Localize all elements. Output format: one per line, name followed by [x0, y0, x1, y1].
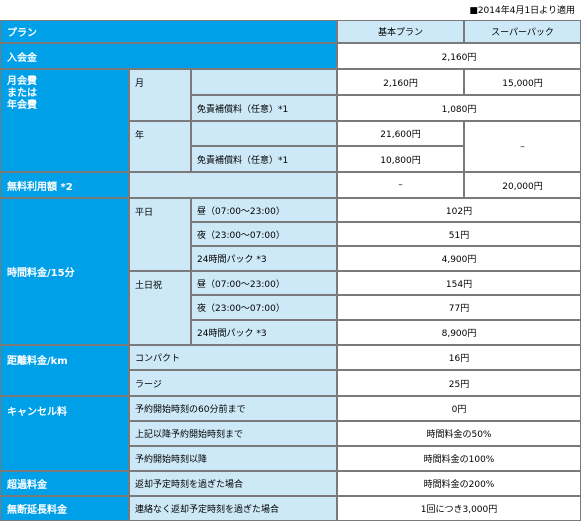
year-label: 年 [129, 121, 191, 172]
year-insurance-value: 10,800円 [337, 146, 464, 172]
month-super-value: 15,000円 [464, 69, 581, 95]
cancel-rule-2: 上記以降予約開始時刻まで [129, 421, 337, 446]
holiday-label: 土日祝 [129, 271, 191, 345]
month-insurance-value: 1,080円 [337, 95, 581, 121]
free-usage-label: 無料利用額 *2 [0, 172, 129, 198]
holiday-night-label: 夜（23:00〜07:00） [191, 295, 337, 320]
overtime-fee: 時間料金の200% [337, 471, 581, 496]
large-fee: 25円 [337, 370, 581, 396]
membership-fee-label: 月会費 または 年会費 [0, 69, 129, 172]
year-insurance-label: 免責補償料（任意）*1 [191, 146, 337, 172]
month-spacer [191, 69, 337, 95]
weekday-day-fee: 102円 [337, 198, 581, 222]
cancel-rule-1: 予約開始時刻の60分前まで [129, 396, 337, 421]
compact-fee: 16円 [337, 345, 581, 370]
basic-plan-header: 基本プラン [337, 20, 464, 43]
holiday-night-fee: 77円 [337, 295, 581, 320]
super-pack-header: スーパーパック [464, 20, 581, 43]
compact-label: コンパクト [129, 345, 337, 370]
cancel-value-1: 0円 [337, 396, 581, 421]
plan-header: プラン [0, 20, 337, 43]
holiday-day-label: 昼（07:00〜23:00） [191, 271, 337, 295]
month-label: 月 [129, 69, 191, 121]
month-insurance-label: 免責補償料（任意）*1 [191, 95, 337, 121]
year-spacer [191, 121, 337, 146]
entry-fee-label: 入会金 [0, 43, 337, 69]
cancel-value-3: 時間料金の100% [337, 446, 581, 471]
large-label: ラージ [129, 370, 337, 396]
overtime-fee-label: 超過料金 [0, 471, 129, 496]
holiday-pack-fee: 8,900円 [337, 320, 581, 345]
weekday-label: 平日 [129, 198, 191, 271]
overtime-desc: 返却予定時刻を過ぎた場合 [129, 471, 337, 496]
entry-fee-value: 2,160円 [337, 43, 581, 69]
year-super-value: – [464, 121, 581, 172]
time-fee-label: 時間料金/15分 [0, 198, 129, 345]
weekday-night-label: 夜（23:00〜07:00） [191, 222, 337, 246]
weekday-pack-label: 24時間パック *3 [191, 246, 337, 271]
holiday-day-fee: 154円 [337, 271, 581, 295]
distance-fee-label: 距離料金/km [0, 345, 129, 396]
year-basic-value: 21,600円 [337, 121, 464, 146]
cancel-value-2: 時間料金の50% [337, 421, 581, 446]
free-usage-basic: – [337, 172, 464, 198]
holiday-pack-label: 24時間パック *3 [191, 320, 337, 345]
unauthorized-extension-desc: 連絡なく返却予定時刻を過ぎた場合 [129, 496, 337, 521]
cancel-fee-label: キャンセル料 [0, 396, 129, 471]
weekday-pack-fee: 4,900円 [337, 246, 581, 271]
weekday-day-label: 昼（07:00〜23:00） [191, 198, 337, 222]
free-usage-spacer [129, 172, 337, 198]
unauthorized-extension-fee: 1回につき3,000円 [337, 496, 581, 521]
unauthorized-extension-label: 無断延長料金 [0, 496, 129, 521]
weekday-night-fee: 51円 [337, 222, 581, 246]
free-usage-super: 20,000円 [464, 172, 581, 198]
effective-date-note: ■2014年4月1日より適用 [469, 6, 575, 16]
month-basic-value: 2,160円 [337, 69, 464, 95]
cancel-rule-3: 予約開始時刻以降 [129, 446, 337, 471]
